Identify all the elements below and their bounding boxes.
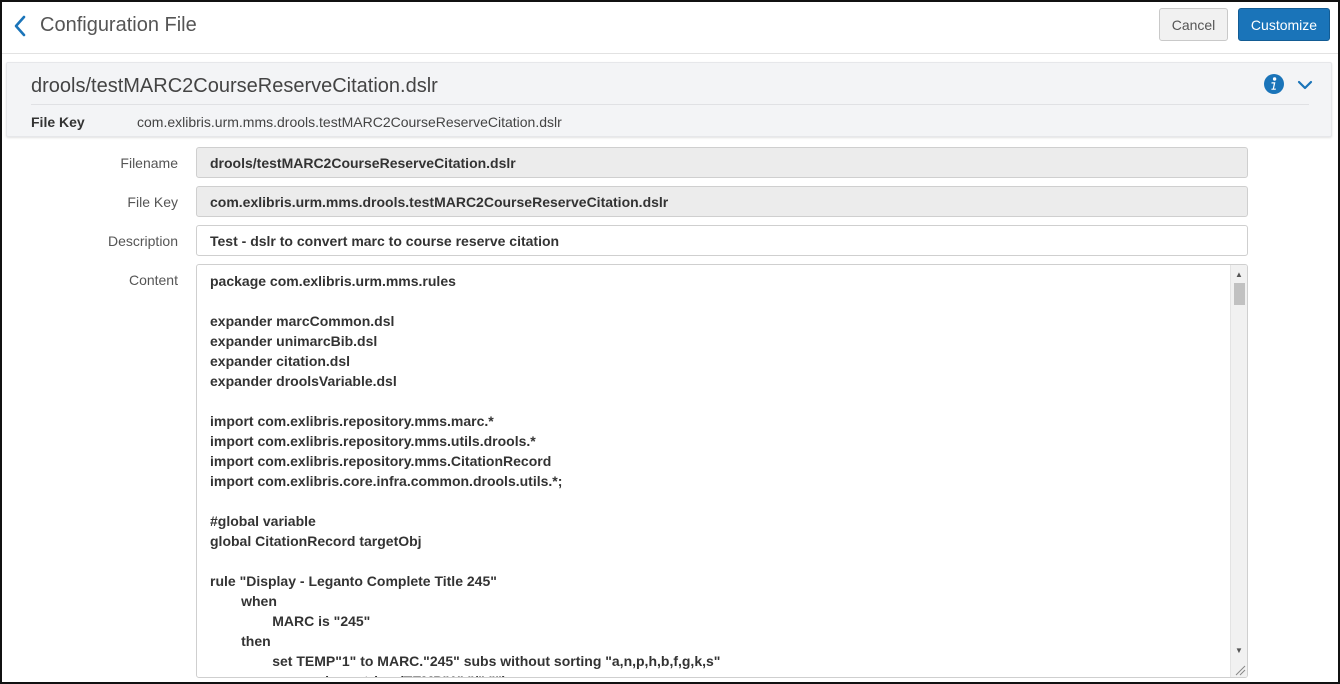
file-key-value: com.exlibris.urm.mms.drools.testMARC2Cou…: [210, 193, 669, 210]
scroll-thumb[interactable]: [1234, 283, 1245, 305]
page-title: Configuration File: [40, 14, 197, 36]
filename-field: drools/testMARC2CourseReserveCitation.ds…: [196, 147, 1248, 178]
description-input[interactable]: Test - dslr to convert marc to course re…: [196, 225, 1248, 256]
cancel-button[interactable]: Cancel: [1159, 8, 1228, 41]
customize-button[interactable]: Customize: [1238, 8, 1330, 41]
summary-file-key-value: com.exlibris.urm.mms.drools.testMARC2Cou…: [137, 114, 562, 130]
description-value: Test - dslr to convert marc to course re…: [210, 232, 560, 249]
filename-value: drools/testMARC2CourseReserveCitation.ds…: [210, 154, 516, 171]
chevron-down-icon[interactable]: [1296, 76, 1314, 94]
page-header: Configuration File Cancel Customize: [2, 2, 1338, 54]
scroll-down-arrow-icon[interactable]: ▼: [1231, 643, 1247, 657]
file-summary-panel: drools/testMARC2CourseReserveCitation.ds…: [6, 62, 1332, 137]
summary-divider: [31, 104, 1309, 105]
file-key-field: com.exlibris.urm.mms.drools.testMARC2Cou…: [196, 186, 1248, 217]
content-textarea[interactable]: package com.exlibris.urm.mms.rules expan…: [196, 264, 1248, 678]
file-key-label: File Key: [127, 194, 178, 210]
configuration-file-page: Configuration File Cancel Customize droo…: [0, 0, 1340, 684]
filename-label: Filename: [120, 155, 178, 171]
resize-handle-icon[interactable]: [1231, 661, 1247, 677]
scroll-up-arrow-icon[interactable]: ▲: [1231, 267, 1247, 281]
description-label: Description: [107, 233, 178, 249]
content-label: Content: [128, 272, 178, 288]
content-scrollbar[interactable]: ▲ ▼: [1230, 265, 1247, 677]
info-icon[interactable]: [1263, 73, 1285, 95]
back-chevron-icon[interactable]: [8, 12, 32, 40]
content-text: package com.exlibris.urm.mms.rules expan…: [210, 273, 721, 677]
summary-file-key-label: File Key: [31, 114, 85, 130]
file-summary-title: drools/testMARC2CourseReserveCitation.ds…: [31, 75, 438, 97]
